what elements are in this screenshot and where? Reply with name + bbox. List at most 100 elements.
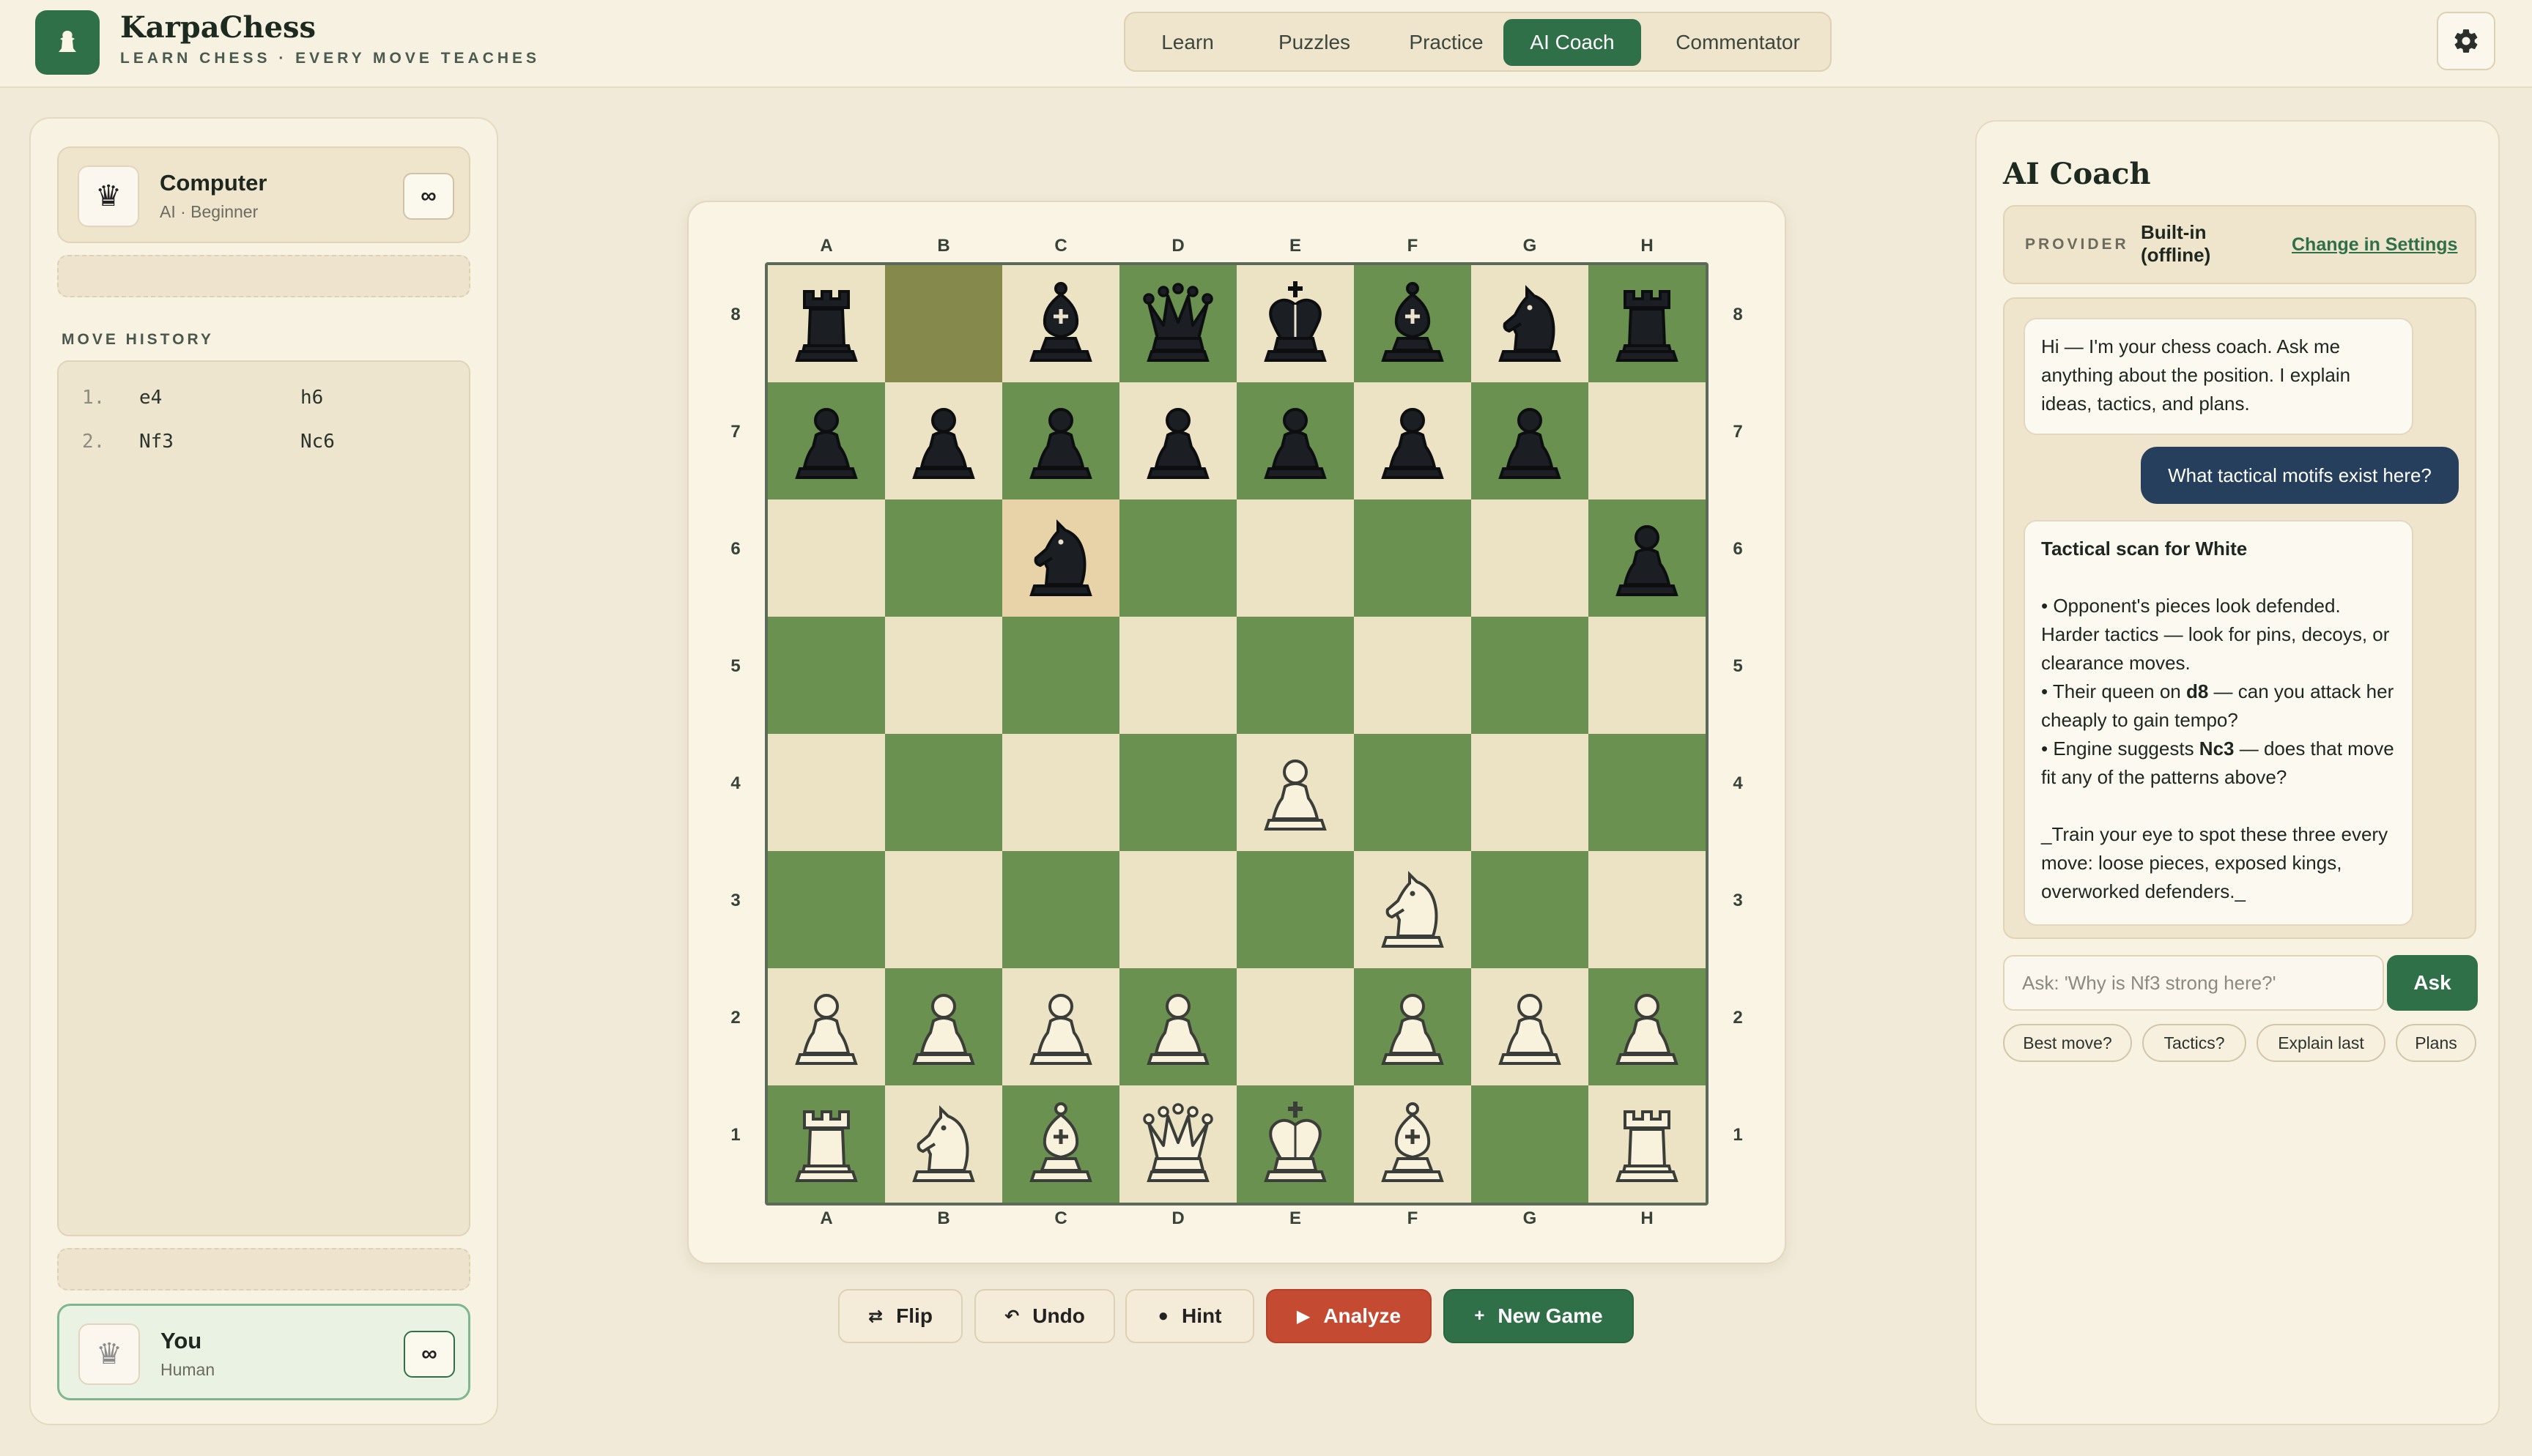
black-bishop-icon[interactable] (1014, 275, 1108, 373)
square-e8[interactable] (1237, 265, 1354, 382)
square-a8[interactable] (768, 265, 885, 382)
square-b3[interactable] (885, 851, 1002, 968)
square-e5[interactable] (1237, 617, 1354, 734)
square-b4[interactable] (885, 734, 1002, 851)
square-h7[interactable] (1588, 382, 1706, 499)
square-e4[interactable] (1237, 734, 1354, 851)
white-rook-icon[interactable] (1600, 1096, 1694, 1193)
tab-learn[interactable]: Learn (1140, 19, 1235, 66)
square-d5[interactable] (1119, 617, 1237, 734)
square-g1[interactable] (1471, 1085, 1588, 1203)
black-pawn-icon[interactable] (1248, 393, 1342, 490)
square-b5[interactable] (885, 617, 1002, 734)
square-a6[interactable] (768, 499, 885, 617)
square-g7[interactable] (1471, 382, 1588, 499)
square-e6[interactable] (1237, 499, 1354, 617)
chip-explain-last[interactable]: Explain last (2257, 1024, 2385, 1062)
square-f2[interactable] (1354, 968, 1471, 1085)
square-d3[interactable] (1119, 851, 1237, 968)
new-game-button[interactable]: + New Game (1443, 1289, 1634, 1343)
logo[interactable] (35, 10, 100, 75)
square-h6[interactable] (1588, 499, 1706, 617)
white-move[interactable]: Nf3 (139, 431, 174, 453)
chip-best-move[interactable]: Best move? (2003, 1024, 2132, 1062)
black-pawn-icon[interactable] (897, 393, 991, 490)
square-f1[interactable] (1354, 1085, 1471, 1203)
square-f8[interactable] (1354, 265, 1471, 382)
hint-button[interactable]: ● Hint (1125, 1289, 1254, 1343)
black-pawn-icon[interactable] (1600, 510, 1694, 607)
black-king-icon[interactable] (1248, 275, 1342, 373)
square-g6[interactable] (1471, 499, 1588, 617)
square-c3[interactable] (1002, 851, 1119, 968)
square-a1[interactable] (768, 1085, 885, 1203)
undo-button[interactable]: ↶ Undo (974, 1289, 1115, 1343)
black-knight-icon[interactable] (1483, 275, 1577, 373)
square-d7[interactable] (1119, 382, 1237, 499)
square-e1[interactable] (1237, 1085, 1354, 1203)
square-c1[interactable] (1002, 1085, 1119, 1203)
white-king-icon[interactable] (1248, 1096, 1342, 1193)
square-c7[interactable] (1002, 382, 1119, 499)
move-row[interactable]: 2. Nf3 Nc6 (59, 423, 469, 467)
square-a2[interactable] (768, 968, 885, 1085)
chess-board[interactable] (765, 262, 1709, 1206)
square-h4[interactable] (1588, 734, 1706, 851)
white-pawn-icon[interactable] (1014, 978, 1108, 1076)
square-h8[interactable] (1588, 265, 1706, 382)
black-rook-icon[interactable] (780, 275, 873, 373)
square-g3[interactable] (1471, 851, 1588, 968)
white-bishop-icon[interactable] (1366, 1096, 1459, 1193)
change-settings-link[interactable]: Change in Settings (2292, 234, 2457, 256)
square-f7[interactable] (1354, 382, 1471, 499)
move-row[interactable]: 1. e4 h6 (59, 379, 469, 423)
flip-button[interactable]: ⇄ Flip (838, 1289, 963, 1343)
white-pawn-icon[interactable] (780, 978, 873, 1076)
chat-thread[interactable]: Hi — I'm your chess coach. Ask me anythi… (2003, 297, 2476, 939)
tab-ai-coach[interactable]: AI Coach (1503, 19, 1641, 66)
white-rook-icon[interactable] (780, 1096, 873, 1193)
square-h5[interactable] (1588, 617, 1706, 734)
black-pawn-icon[interactable] (1131, 393, 1225, 490)
tab-commentator[interactable]: Commentator (1653, 19, 1823, 66)
white-move[interactable]: e4 (139, 387, 162, 409)
square-c5[interactable] (1002, 617, 1119, 734)
settings-button[interactable] (2437, 12, 2495, 70)
square-a4[interactable] (768, 734, 885, 851)
square-f6[interactable] (1354, 499, 1471, 617)
square-c4[interactable] (1002, 734, 1119, 851)
square-b2[interactable] (885, 968, 1002, 1085)
ask-input[interactable] (2003, 955, 2384, 1011)
square-a3[interactable] (768, 851, 885, 968)
square-h2[interactable] (1588, 968, 1706, 1085)
square-b1[interactable] (885, 1085, 1002, 1203)
square-a7[interactable] (768, 382, 885, 499)
black-knight-icon[interactable] (1014, 510, 1108, 607)
square-h3[interactable] (1588, 851, 1706, 968)
black-pawn-icon[interactable] (1483, 393, 1577, 490)
square-f3[interactable] (1354, 851, 1471, 968)
square-d8[interactable] (1119, 265, 1237, 382)
square-b7[interactable] (885, 382, 1002, 499)
square-g5[interactable] (1471, 617, 1588, 734)
white-knight-icon[interactable] (1366, 861, 1459, 959)
square-a5[interactable] (768, 617, 885, 734)
square-b6[interactable] (885, 499, 1002, 617)
white-pawn-icon[interactable] (1366, 978, 1459, 1076)
square-b8[interactable] (885, 265, 1002, 382)
square-c2[interactable] (1002, 968, 1119, 1085)
white-pawn-icon[interactable] (1483, 978, 1577, 1076)
ask-button[interactable]: Ask (2387, 955, 2478, 1011)
square-e3[interactable] (1237, 851, 1354, 968)
black-bishop-icon[interactable] (1366, 275, 1459, 373)
white-pawn-icon[interactable] (1131, 978, 1225, 1076)
white-knight-icon[interactable] (897, 1096, 991, 1193)
square-d4[interactable] (1119, 734, 1237, 851)
square-f4[interactable] (1354, 734, 1471, 851)
black-pawn-icon[interactable] (1014, 393, 1108, 490)
analyze-button[interactable]: ▶ Analyze (1266, 1289, 1432, 1343)
square-e7[interactable] (1237, 382, 1354, 499)
tab-puzzles[interactable]: Puzzles (1254, 19, 1374, 66)
black-move[interactable]: h6 (300, 387, 323, 409)
square-g2[interactable] (1471, 968, 1588, 1085)
